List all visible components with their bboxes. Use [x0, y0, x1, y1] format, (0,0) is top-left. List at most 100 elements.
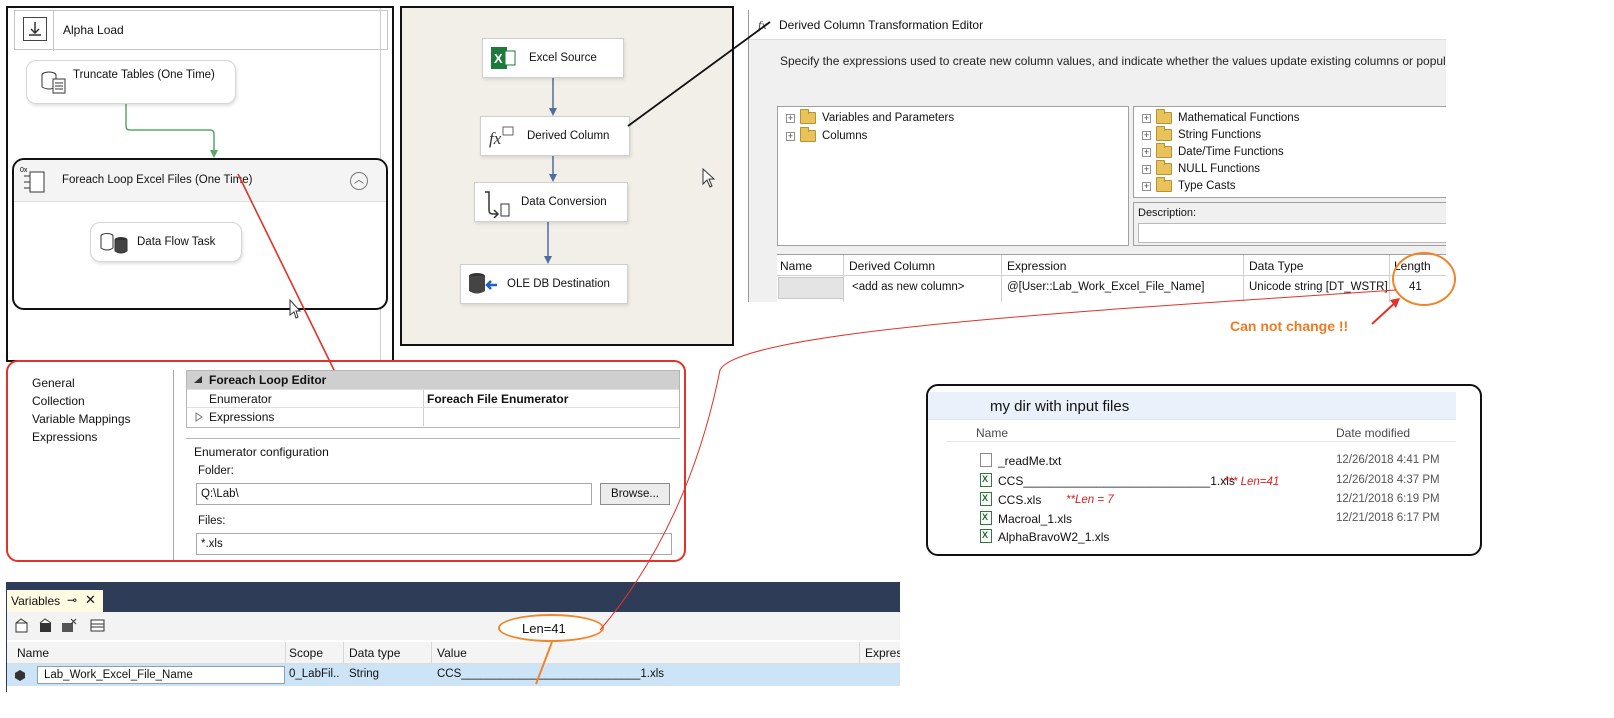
foreach-loop-container[interactable]: 0x Foreach Loop Excel Files (One Time) ︿… — [12, 158, 388, 310]
header-expression[interactable]: Express — [865, 646, 900, 660]
svg-text:fx: fx — [489, 129, 502, 148]
move-variable-icon[interactable] — [37, 617, 55, 635]
variable-value[interactable]: CCS____________________________1.xls — [437, 668, 664, 680]
property-grid-title: Foreach Loop Editor — [209, 373, 327, 387]
variable-scope[interactable]: 0_LabFil.. — [289, 668, 340, 680]
data-conversion-component[interactable]: Data Conversion — [474, 182, 628, 222]
tree-item-label: Variables and Parameters — [822, 112, 955, 124]
derived-column-grid: Name Derived Column Expression Data Type… — [777, 254, 1446, 302]
grid-header-separator — [777, 275, 1446, 276]
grid-column-divider — [1001, 255, 1002, 302]
header-divider — [859, 642, 860, 664]
functions-tree: + Mathematical Functions + String Functi… — [1133, 106, 1446, 198]
folder-icon — [800, 127, 816, 142]
editor-title-bar: fx Derived Column Transformation Editor — [749, 10, 1446, 40]
nav-expressions[interactable]: Expressions — [32, 430, 97, 444]
variable-name: Lab_Work_Excel_File_Name — [44, 669, 193, 681]
derived-column-label: Derived Column — [527, 130, 610, 142]
delete-variable-icon[interactable] — [59, 617, 77, 635]
file-row[interactable]: Macroal_1.xls 12/21/2018 6:17 PM — [976, 510, 1456, 528]
property-row-expressions[interactable]: Expressions — [187, 407, 679, 426]
expand-icon[interactable]: + — [786, 114, 795, 123]
expand-icon[interactable]: + — [1142, 182, 1151, 191]
header-scope[interactable]: Scope — [289, 646, 323, 660]
sql-task-icon — [41, 71, 66, 94]
browse-button[interactable]: Browse... — [600, 483, 670, 505]
grid-header-name[interactable]: Name — [780, 259, 812, 273]
expand-icon[interactable]: + — [1142, 148, 1151, 157]
grid-expression-cell[interactable]: @[User::Lab_Work_Excel_File_Name] — [1007, 281, 1204, 293]
folder-icon — [1156, 177, 1172, 192]
variables-columns-tree: + Variables and Parameters + Columns — [777, 106, 1129, 246]
length-highlight-ellipse — [1392, 252, 1456, 306]
file-row[interactable]: AlphaBravoW2_1.xls — [976, 528, 1456, 546]
property-row-enumerator[interactable]: Enumerator Foreach File Enumerator — [187, 389, 679, 408]
data-flow-panel: X Excel Source fx Derived Column Data Co… — [400, 6, 734, 346]
truncate-tables-task[interactable]: Truncate Tables (One Time) — [26, 60, 236, 104]
expand-icon[interactable]: + — [1142, 165, 1151, 174]
grid-name-cell[interactable] — [778, 277, 844, 299]
variable-data-type[interactable]: String — [349, 668, 379, 680]
expand-icon[interactable]: + — [1142, 114, 1151, 123]
foreach-title: Foreach Loop Excel Files (One Time) — [62, 174, 253, 186]
nav-collection[interactable]: Collection — [32, 394, 85, 408]
header-name[interactable]: Name — [17, 646, 49, 660]
input-files-panel: my dir with input files Name Date modifi… — [926, 384, 1482, 556]
grid-options-icon[interactable] — [89, 617, 107, 635]
folder-icon — [1156, 160, 1172, 175]
grid-derived-column-cell[interactable]: <add as new column> — [852, 281, 965, 293]
variable-row[interactable]: Lab_Work_Excel_File_Name 0_LabFil.. Stri… — [7, 664, 900, 686]
oledb-destination-component[interactable]: OLE DB Destination — [460, 264, 628, 304]
header-value[interactable]: Value — [437, 646, 467, 660]
column-header-name[interactable]: Name — [976, 426, 1008, 440]
expand-icon[interactable]: + — [786, 132, 795, 141]
grid-header-data-type[interactable]: Data Type — [1249, 259, 1303, 273]
file-row[interactable]: CCS.xls 12/21/2018 6:19 PM — [976, 491, 1456, 509]
derived-column-editor: fx Derived Column Transformation Editor … — [748, 10, 1446, 302]
excel-file-icon — [980, 473, 992, 487]
header-data-type[interactable]: Data type — [349, 646, 400, 660]
close-icon[interactable]: ✕ — [85, 592, 96, 608]
file-date: 12/21/2018 6:19 PM — [1336, 493, 1440, 505]
tree-item-label: Date/Time Functions — [1178, 146, 1284, 158]
file-row[interactable]: CCS____________________________1.xls 12/… — [976, 472, 1456, 490]
property-divider — [423, 408, 424, 426]
expand-triangle-icon[interactable] — [195, 412, 203, 422]
excel-source-component[interactable]: X Excel Source — [482, 38, 624, 78]
grid-header-expression[interactable]: Expression — [1007, 259, 1066, 273]
foreach-loop-editor: General Collection Variable Mappings Exp… — [6, 360, 686, 562]
expand-icon[interactable]: + — [1142, 131, 1151, 140]
nav-variable-mappings[interactable]: Variable Mappings — [32, 412, 131, 426]
grid-data-type-cell[interactable]: Unicode string [DT_WSTR] — [1249, 281, 1388, 293]
grid-header-derived-column[interactable]: Derived Column — [849, 259, 935, 273]
pin-icon[interactable]: ⊸ — [67, 593, 77, 607]
folder-input[interactable]: Q:\Lab\ — [196, 483, 592, 505]
files-input[interactable]: *.xls — [196, 533, 672, 555]
data-conversion-label: Data Conversion — [521, 196, 607, 208]
column-header-date[interactable]: Date modified — [1336, 426, 1410, 440]
len7-file-note: **Len = 7 — [1066, 494, 1114, 506]
file-name: Macroal_1.xls — [998, 512, 1073, 526]
variable-name-cell[interactable]: Lab_Work_Excel_File_Name — [37, 666, 285, 684]
enumerator-configuration: Enumerator configuration Folder: Q:\Lab\… — [186, 438, 680, 560]
excel-icon: X — [491, 47, 516, 69]
svg-text:0x: 0x — [20, 167, 28, 174]
file-row[interactable]: _readMe.txt 12/26/2018 4:41 PM — [976, 452, 1456, 470]
foreach-loop-icon: 0x — [20, 167, 45, 193]
tree-item-label: String Functions — [1178, 129, 1262, 141]
oledb-destination-label: OLE DB Destination — [507, 278, 610, 290]
variables-tab-bar: Variables ⊸ ✕ — [7, 582, 900, 612]
folder-icon — [1156, 126, 1172, 141]
derived-column-component[interactable]: fx Derived Column — [480, 116, 630, 156]
add-variable-icon[interactable] — [13, 617, 31, 635]
data-flow-task[interactable]: Data Flow Task — [90, 222, 242, 262]
property-value[interactable]: Foreach File Enumerator — [427, 392, 568, 406]
collapse-triangle-icon[interactable] — [193, 375, 203, 385]
nav-general[interactable]: General — [32, 376, 75, 390]
collapse-icon[interactable]: ︿ — [350, 172, 368, 190]
property-grid-header: Foreach Loop Editor — [187, 371, 679, 389]
file-name: _readMe.txt — [998, 454, 1062, 468]
foreach-header: 0x Foreach Loop Excel Files (One Time) ︿ — [14, 160, 386, 202]
svg-text:X: X — [494, 51, 503, 66]
variables-tab[interactable]: Variables ⊸ ✕ — [7, 590, 103, 612]
